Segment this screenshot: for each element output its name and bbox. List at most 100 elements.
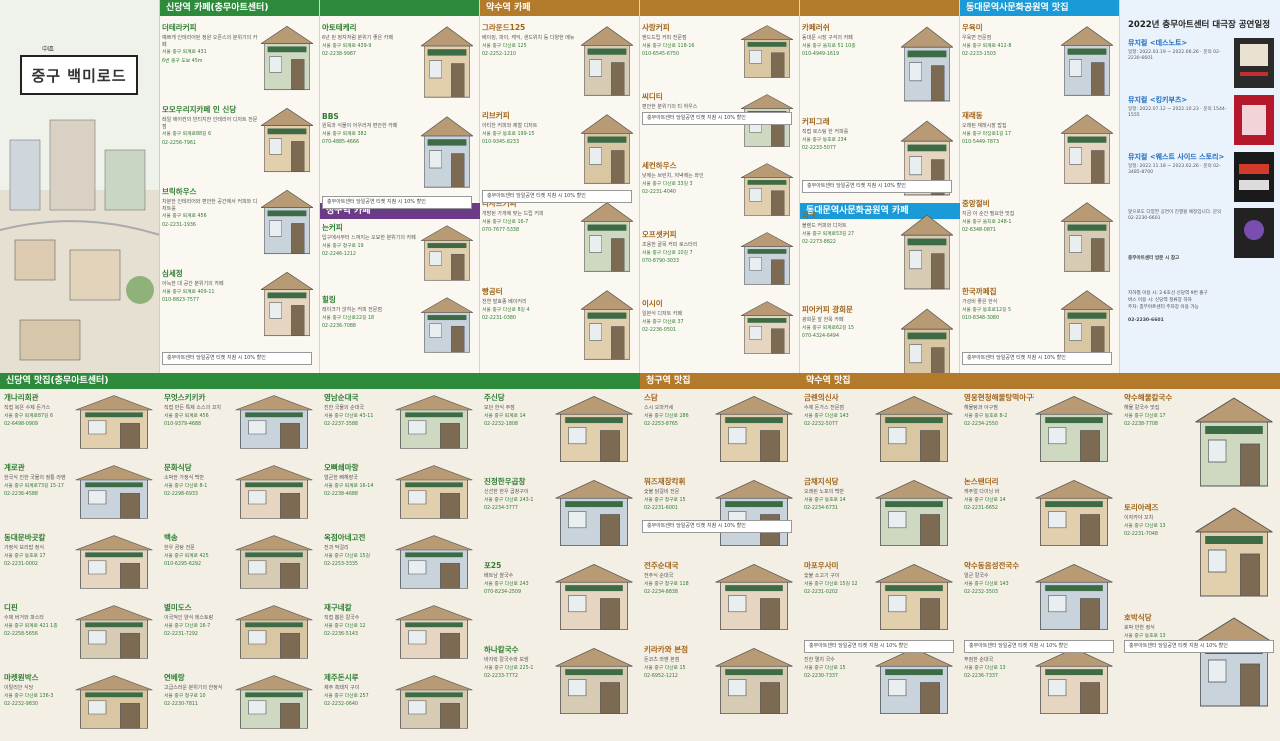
shop-card[interactable]: 심세정 아늑한 대 공간 분위기의 카페 서울 중구 퇴계로 409-11 010-8… bbox=[162, 268, 258, 344]
shop-address: 서울 중구 다산로 8-1 bbox=[164, 483, 208, 489]
shop-phone: 02-2232-9830 bbox=[4, 702, 38, 707]
shop-card[interactable]: 는커피 입구에서부터 느껴지는 오묘한 분위기의 카페 서울 중구 청구로 19 02… bbox=[322, 222, 418, 288]
shop-card[interactable]: 힐링 레이크가 앉히는 커피 전문점 서울 중구 다산로22길 18 02-2236-… bbox=[322, 294, 418, 360]
shop-card[interactable]: 카페러쉬 동대문 시장 구석의 카페 서울 중구 을지로 51 10층 010-494… bbox=[802, 22, 898, 110]
shop-name: 토리아레즈 bbox=[1124, 503, 1159, 512]
shop-card[interactable]: 이시이 일본식 디저트 카페 서울 중구 다산로 37 02-2236-0501 bbox=[642, 298, 738, 361]
shop-card[interactable]: 진정한우곱창 신선한 한우 곱창구이 서울 중구 다산로 243-1 02-2234-… bbox=[484, 476, 554, 554]
shop-card[interactable]: 사랑커피 핸드드립 커피 전문점 서울 중구 다산로 118-16 010-6545-… bbox=[642, 22, 738, 85]
shop-card[interactable]: 연베랑 고급스러운 분위기의 한정식 서울 중구 청구로 10 02-2230-781… bbox=[164, 672, 234, 736]
shop-card[interactable]: 스담 스시 오마카세 서울 중구 다산로 286 02-2253-8765 bbox=[644, 392, 714, 470]
shop-desc: 전과 막걸리 bbox=[324, 545, 349, 551]
shop-phone: 070-8234-2509 bbox=[484, 590, 522, 595]
shop-card[interactable]: 마켓원박스 이탈리안 식당 서울 중구 다산로 136-3 02-2232-9830 bbox=[4, 672, 74, 736]
shop-name: 는커피 bbox=[322, 223, 343, 232]
shop-phone: 02-2231-0202 bbox=[804, 590, 838, 595]
shop-card[interactable]: 전주순대국 전주식 순대국 서울 중구 청구로 118 02-2234-8838 bbox=[644, 560, 714, 638]
shop-card[interactable]: 세컨하우스 낮에는 브런치, 저녁에는 와인 서울 중구 다산로 33길 3 02-2… bbox=[642, 160, 738, 223]
shop-card[interactable]: 영남순대국 진한 국물의 순대국 서울 중구 다산로 43-11 02-2237-35… bbox=[324, 392, 394, 456]
show-card[interactable]: 앞으로도 다양한 공연이 진행될 예정입니다. 문의 02-2230-6601 bbox=[1128, 208, 1274, 260]
shop-phone: 02-2234-8838 bbox=[644, 590, 678, 595]
shop-name: 더테라커피 bbox=[162, 23, 197, 32]
shop-card[interactable]: 약수동음성전국수 얼큰 칼국수 서울 중구 다산로 143 02-2232-3503 bbox=[964, 560, 1034, 638]
shop-card[interactable]: 금채지식당 오래된 노포의 백반 서울 중구 동호로 14 02-2234-6731 bbox=[804, 476, 874, 554]
shop-name: 빵공터 bbox=[482, 287, 503, 296]
shop-card[interactable]: 우육미 우육면 전문점 서울 중구 퇴계로 412-8 02-2233-1503 bbox=[962, 22, 1058, 104]
shop-card[interactable]: 만호자국수진한 멸치 국수서울 중구 다산로 1502-2230-7337 bbox=[804, 644, 874, 722]
shop-card[interactable]: 더테라커피 예쁘게 인테리어된 정원 오픈스의 분위기의 카페 서울 중구 퇴계로 … bbox=[162, 22, 258, 98]
shop-card[interactable]: 키라카와 본점 돈코츠 라멘 본점 서울 중구 다산로 15 02-6952-1212 bbox=[644, 644, 714, 722]
shop-address: 서울 중구 동호로 199-15 bbox=[482, 131, 535, 137]
shop-card[interactable]: 리브커피 아티잔 커피와 제철 디저트 서울 중구 동호로 199-15 010-93… bbox=[482, 110, 578, 192]
shop-card[interactable]: 주신당 모던 한식 주점 서울 중구 퇴계로 14 02-2232-1808 bbox=[484, 392, 554, 470]
shop-card[interactable]: 약수해물칼국수 해물 칼국수 맛집 서울 중구 다산로 17 02-2238-7708 bbox=[1124, 392, 1194, 496]
shop-card[interactable]: 디핀 수제 버거와 파스타 서울 중구 퇴계로 421 1층 02-2258-5656 bbox=[4, 602, 74, 666]
shop-phone: 070-8790-3033 bbox=[642, 259, 680, 264]
shop-address: 서울 중구 퇴계로88길 6 bbox=[162, 132, 212, 137]
shop-card[interactable]: 무엇스키키카 직접 만든 특제 소스의 꼬치 서울 중구 퇴계로 456 010-93… bbox=[164, 392, 234, 456]
shop-card[interactable]: 오뼈쇄마항 얼큰한 뼈해장국 서울 중구 퇴계로 16-14 02-2238-4688 bbox=[324, 462, 394, 526]
shop-card[interactable]: 문화식당 소박한 가정식 백반 서울 중구 다산로 8-1 02-2298-6933 bbox=[164, 462, 234, 526]
legend-item: 지하철 이용 시: 2·6호선 신당역 9번 출구 bbox=[1128, 291, 1208, 296]
shop-illustration bbox=[395, 535, 473, 589]
shop-desc: 이국적인 양식 레스토랑 bbox=[164, 615, 214, 621]
shop-card[interactable]: 제주돈시루 제주 흑돼지 구이 서울 중구 다산로 257 02-2232-0640 bbox=[324, 672, 394, 736]
shop-card[interactable]: 그라운드125 베이킹, 파이, 케익, 샌드위치 등 다양한 메뉴 서울 중구 다… bbox=[482, 22, 578, 104]
shop-card[interactable]: 리사르커피 개방된 가게에 맞는 드립 커피 서울 중구 다산로 16-7 070-7… bbox=[482, 198, 578, 280]
shop-desc: 가성비 좋은 한식 bbox=[962, 299, 998, 305]
shop-card[interactable]: 브릭하우스 차분한 인테리어와 편안한 공간에서 커피와 디저트를 서울 중구 퇴계… bbox=[162, 186, 258, 262]
show-card[interactable]: 뮤지컬 <데스노트> 일정: 2022.03.19 ~ 2022.06.26 ·… bbox=[1128, 38, 1274, 90]
shop-card[interactable]: 호박식당호박 반찬 정식서울 중구 동호로 1302-2238-5545 bbox=[1124, 612, 1194, 716]
show-card[interactable]: 뮤지컬 <킹키부츠> 일정: 2022.07.12 ~ 2022.10.23 ·… bbox=[1128, 95, 1274, 147]
shop-card[interactable]: 피크 블렌드 커피와 디저트 서울 중구 퇴계로53길 27 02-2273-8822 bbox=[802, 210, 898, 298]
shop-card[interactable]: 약수순대국푸짐한 순대국서울 중구 다산로 1302-2236-7337 bbox=[964, 644, 1034, 722]
shop-card[interactable]: 아토테케리 6년 된 정자처럼 분위기 좋은 카페 서울 중구 퇴계로 439-9 0… bbox=[322, 22, 418, 106]
shop-card[interactable]: 오프셋커피 조용한 골목 커피 로스터리 서울 중구 다산로 10길 7 070-87… bbox=[642, 229, 738, 292]
shop-card[interactable]: 논스탠더리 캐주얼 다이닝 바 서울 중구 다산로 14 02-2231-6652 bbox=[964, 476, 1034, 554]
shop-card[interactable]: 재구네칼 직접 뽑은 칼국수 서울 중구 다산로 12 02-2236-5143 bbox=[324, 602, 394, 666]
shop-card[interactable]: 하나칼국수 바지락 칼국수와 보쌈 서울 중구 다산로 225-1 02-2233-7… bbox=[484, 644, 554, 722]
shop-card[interactable]: 계로관 한국식 진한 국물의 정통 라멘 서울 중구 퇴계로73길 15-17 02-… bbox=[4, 462, 74, 526]
shop-address: 서울 중구 다산로 286 bbox=[644, 413, 689, 419]
shop-card[interactable]: 포25 베트남 쌀국수 서울 중구 다산로 243 070-8234-2509 bbox=[484, 560, 554, 638]
shop-illustration bbox=[1195, 507, 1273, 597]
shop-illustration bbox=[420, 225, 474, 281]
shop-name: 심세정 bbox=[162, 269, 183, 278]
shop-phone: 02-2238-9987 bbox=[322, 52, 356, 57]
shop-address: 서울 중구 다산로 12 bbox=[324, 623, 366, 629]
shop-phone: 02-2236-7088 bbox=[322, 324, 356, 329]
shop-address: 서울 중구 다산로 125 bbox=[482, 43, 527, 49]
shop-card[interactable]: 백송 한우 곰탕 전문 서울 중구 퇴계로 425 010-6295-6292 bbox=[164, 532, 234, 596]
shop-card[interactable]: 재래동 오래된 재래시장 밥집 서울 중구 마장로1길 17 010-5449-787… bbox=[962, 110, 1058, 192]
shop-illustration bbox=[1035, 396, 1113, 462]
shop-illustration bbox=[420, 26, 474, 98]
shop-illustration bbox=[395, 675, 473, 729]
shop-card[interactable]: 중앙절비 지금 이 순간 필요한 맛집 서울 중구 을지로 248-1 02-6348… bbox=[962, 198, 1058, 280]
shop-desc: 아티잔 커피와 제철 디저트 bbox=[482, 123, 538, 129]
show-card[interactable]: 뮤지컬 <웨스트 사이드 스토리> 일정: 2022.11.18 ~ 2023.… bbox=[1128, 152, 1274, 204]
shop-card[interactable]: 뭐즈재장칵휘 숯불 닭갈비 전문 서울 중구 청구로 15 02-2231-6001 bbox=[644, 476, 714, 554]
shop-address: 서울 중구 다산로 10길 7 bbox=[642, 250, 693, 256]
shop-card[interactable]: 토리아레즈 이자카야 꼬치 서울 중구 다산로 13 02-2231-7048 bbox=[1124, 502, 1194, 606]
poster-image bbox=[1234, 95, 1274, 145]
shop-card[interactable]: 동대문바곳칼 가정식 보리밥 정식 서울 중구 동호로 17 02-2231-0002 bbox=[4, 532, 74, 596]
shop-card[interactable]: 마포우사미 숯불 소고기 구이 서울 중구 다산로 15길 12 02-2231-02… bbox=[804, 560, 874, 638]
shop-card[interactable]: 영웅현청해물탕떡아구찜 해물탕과 아구찜 서울 중구 동호로 8-2 02-2234-… bbox=[964, 392, 1034, 470]
shop-name: 별미도스 bbox=[164, 603, 192, 612]
section-header-fill: . bbox=[800, 0, 959, 16]
shop-card[interactable]: BBS 원목과 식물이 어우러져 편안한 카페 서울 중구 퇴계로 382 070-4… bbox=[322, 112, 418, 196]
shop-card[interactable]: 별미도스 이국적인 양식 레스토랑 서울 중구 다산로 16-7 02-2231-72… bbox=[164, 602, 234, 666]
shop-desc: 레일 에어컨의 빈티지한 인테리어 디저트 전문점 bbox=[162, 117, 258, 130]
shop-illustration bbox=[875, 648, 953, 714]
shop-address: 서울 중구 마장로1길 17 bbox=[962, 131, 1012, 137]
shop-card[interactable]: 빵공터 천연 발효종 베이커리 서울 중구 다산로 8길 4 02-2231-0380 bbox=[482, 286, 578, 368]
shop-phone: 02-2233-7772 bbox=[484, 674, 518, 679]
shop-card[interactable]: 개나리회관 직접 복은 수제 돈가스 서울 중구 퇴계로87길 6 02-6498-0… bbox=[4, 392, 74, 456]
shop-illustration bbox=[75, 535, 153, 589]
shop-illustration bbox=[875, 396, 953, 462]
shop-card[interactable]: 금렌의신사 수제 돈가스 전문점 서울 중구 다산로 143 02-2232-5077 bbox=[804, 392, 874, 470]
shop-desc: 편안한 분위기의 티 하우스 bbox=[642, 104, 698, 110]
shop-card[interactable]: 모모우리지카페 인 신당 레일 에어컨의 빈티지한 인테리어 디저트 전문점 서울 … bbox=[162, 104, 258, 180]
schedule-title: 2022년 충무아트센터 대극장 공연일정 bbox=[1128, 20, 1271, 30]
shop-card[interactable]: 옥점아네고전 전과 막걸리 서울 중구 다산로 15길 02-2253-3335 bbox=[324, 532, 394, 596]
